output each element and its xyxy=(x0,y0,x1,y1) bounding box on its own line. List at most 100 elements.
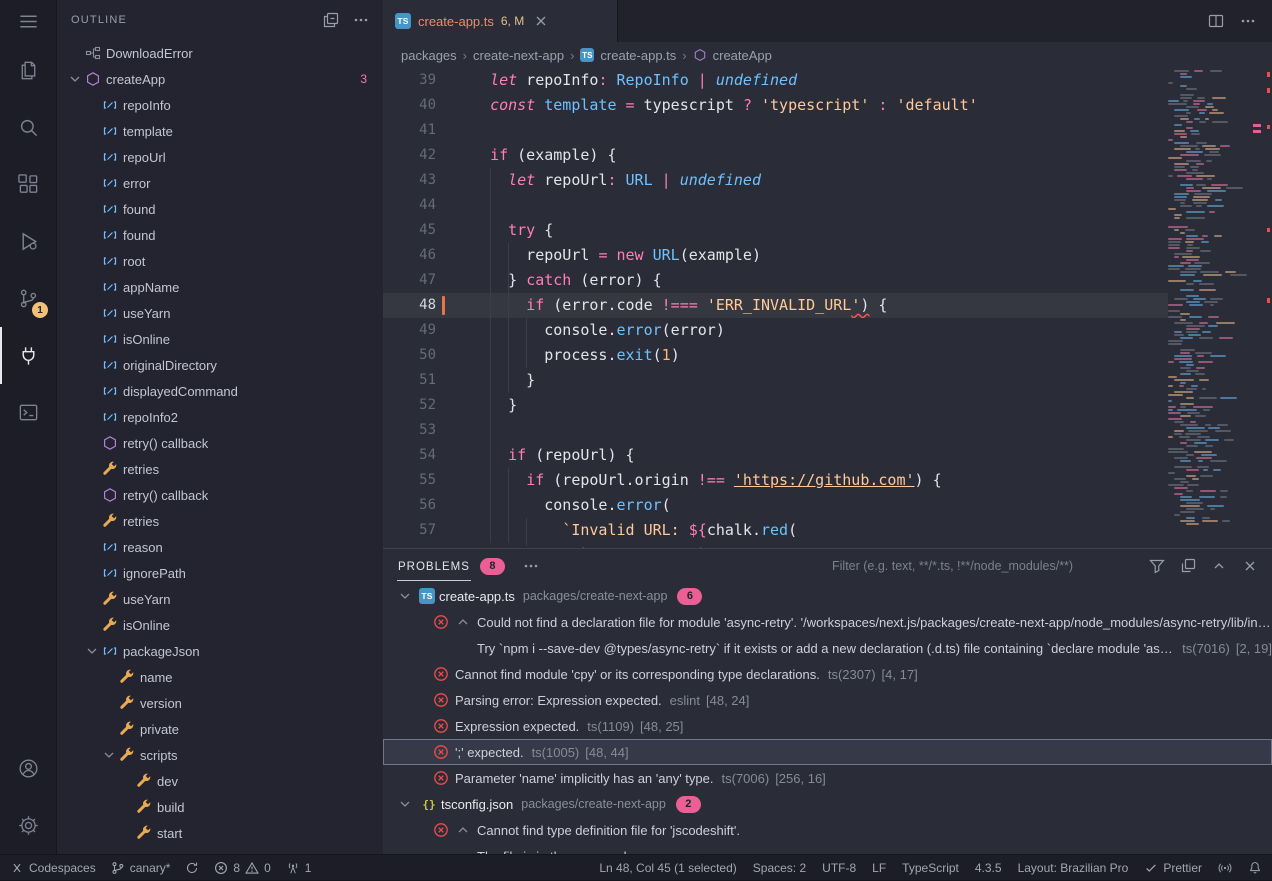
outline-item-start[interactable]: start xyxy=(57,820,383,846)
problem-file-create-app-ts[interactable]: TScreate-app.tspackages/create-next-app6 xyxy=(383,583,1272,609)
code-line-42[interactable]: 42 if (example) { xyxy=(383,143,1168,168)
problem-file-tsconfig-json[interactable]: {}tsconfig.jsonpackages/create-next-app2 xyxy=(383,791,1272,817)
outline-item-repourl[interactable]: repoUrl xyxy=(57,144,383,170)
account-icon[interactable] xyxy=(0,740,56,797)
problem-row[interactable]: ';' expected.ts(1005)[48, 44] xyxy=(383,739,1272,765)
outline-item-retries[interactable]: retries xyxy=(57,508,383,534)
minimap[interactable] xyxy=(1162,68,1264,548)
outline-item-originaldirectory[interactable]: originalDirectory xyxy=(57,352,383,378)
outline-item-root[interactable]: root xyxy=(57,248,383,274)
extensions-icon[interactable] xyxy=(0,156,56,213)
code-line-49[interactable]: 49 console.error(error) xyxy=(383,318,1168,343)
code-line-58[interactable]: 58 `"${example}"` xyxy=(383,543,1168,548)
code-line-51[interactable]: 51 } xyxy=(383,368,1168,393)
breadcrumb-item-create-next-app[interactable]: create-next-app xyxy=(473,48,564,63)
code-line-45[interactable]: 45 try { xyxy=(383,218,1168,243)
problem-row[interactable]: Expression expected.ts(1109)[48, 25] xyxy=(383,713,1272,739)
code-editor[interactable]: 39 let repoInfo: RepoInfo | undefined40 … xyxy=(383,68,1272,548)
tab-problems[interactable]: PROBLEMS xyxy=(397,552,471,581)
outline-item-found[interactable]: found xyxy=(57,222,383,248)
typescript-version[interactable]: 4.3.5 xyxy=(975,855,1002,881)
code-line-39[interactable]: 39 let repoInfo: RepoInfo | undefined xyxy=(383,68,1168,93)
outline-item-retry-callback[interactable]: retry() callback xyxy=(57,482,383,508)
chevron-up-icon[interactable] xyxy=(455,614,471,630)
language-mode[interactable]: TypeScript xyxy=(902,855,959,881)
outline-more-actions-icon[interactable] xyxy=(353,12,369,28)
broadcast-button[interactable] xyxy=(1218,855,1232,881)
outline-item-template[interactable]: template xyxy=(57,118,383,144)
view-as-table-icon[interactable] xyxy=(1180,558,1196,574)
maximize-panel-icon[interactable] xyxy=(1211,558,1227,574)
outline-item-retries[interactable]: retries xyxy=(57,456,383,482)
outline-item-build[interactable]: build xyxy=(57,794,383,820)
collapse-all-icon[interactable] xyxy=(323,12,339,28)
problem-row[interactable]: Cannot find type definition file for 'js… xyxy=(383,817,1272,843)
problem-row[interactable]: Parsing error: Expression expected.eslin… xyxy=(383,687,1272,713)
outline-item-repoinfo[interactable]: repoInfo xyxy=(57,92,383,118)
run-debug-icon[interactable] xyxy=(0,213,56,270)
code-line-56[interactable]: 56 console.error( xyxy=(383,493,1168,518)
chevron-up-icon[interactable] xyxy=(455,822,471,838)
codespaces-remote-indicator[interactable]: Codespaces xyxy=(10,855,96,881)
search-icon[interactable] xyxy=(0,99,56,156)
encoding-setting[interactable]: UTF-8 xyxy=(822,855,856,881)
outline-item-displayedcommand[interactable]: displayedCommand xyxy=(57,378,383,404)
problem-related-row[interactable]: Try `npm i --save-dev @types/async-retry… xyxy=(383,635,1272,661)
outline-item-repoinfo2[interactable]: repoInfo2 xyxy=(57,404,383,430)
breadcrumb-item-packages[interactable]: packages xyxy=(401,48,457,63)
chevron-down-icon[interactable] xyxy=(397,588,413,604)
ports-indicator[interactable]: 1 xyxy=(286,855,312,881)
problem-row[interactable]: Parameter 'name' implicitly has an 'any'… xyxy=(383,765,1272,791)
menu-icon[interactable] xyxy=(0,0,56,42)
outline-item-dev[interactable]: dev xyxy=(57,768,383,794)
code-line-43[interactable]: 43 let repoUrl: URL | undefined xyxy=(383,168,1168,193)
code-line-41[interactable]: 41 xyxy=(383,118,1168,143)
outline-item-appname[interactable]: appName xyxy=(57,274,383,300)
keyboard-layout[interactable]: Layout: Brazilian Pro xyxy=(1018,855,1129,881)
outline-item-createapp[interactable]: createApp3 xyxy=(57,66,383,92)
outline-item-packagejson[interactable]: packageJson xyxy=(57,638,383,664)
problem-row[interactable]: Could not find a declaration file for mo… xyxy=(383,609,1272,635)
chevron-down-icon[interactable] xyxy=(101,747,117,763)
settings-gear-icon[interactable] xyxy=(0,797,56,854)
code-line-57[interactable]: 57 `Invalid URL: ${chalk.red( xyxy=(383,518,1168,543)
outline-item-scripts[interactable]: scripts xyxy=(57,742,383,768)
code-line-54[interactable]: 54 if (repoUrl) { xyxy=(383,443,1168,468)
breadcrumb-item-create-app-ts[interactable]: create-app.ts xyxy=(600,48,676,63)
terminal-panel-icon[interactable] xyxy=(0,384,56,441)
code-line-44[interactable]: 44 xyxy=(383,193,1168,218)
outline-item-error[interactable]: error xyxy=(57,170,383,196)
outline-item-useyarn[interactable]: useYarn xyxy=(57,586,383,612)
outline-item-isonline[interactable]: isOnline xyxy=(57,612,383,638)
chevron-down-icon[interactable] xyxy=(67,71,83,87)
code-line-55[interactable]: 55 if (repoUrl.origin !== 'https://githu… xyxy=(383,468,1168,493)
outline-item-downloaderror[interactable]: DownloadError xyxy=(57,40,383,66)
filter-icon[interactable] xyxy=(1149,558,1165,574)
panel-more-actions-icon[interactable] xyxy=(523,558,539,574)
prettier-formatter[interactable]: Prettier xyxy=(1144,855,1202,881)
eol-setting[interactable]: LF xyxy=(872,855,886,881)
explorer-icon[interactable] xyxy=(0,42,56,99)
code-line-50[interactable]: 50 process.exit(1) xyxy=(383,343,1168,368)
editor-more-actions-icon[interactable] xyxy=(1240,13,1256,29)
outline-item-reason[interactable]: reason xyxy=(57,534,383,560)
outline-item-isonline[interactable]: isOnline xyxy=(57,326,383,352)
notifications-bell[interactable] xyxy=(1248,855,1262,881)
code-line-52[interactable]: 52 } xyxy=(383,393,1168,418)
outline-item-private[interactable]: private xyxy=(57,716,383,742)
code-line-46[interactable]: 46 repoUrl = new URL(example) xyxy=(383,243,1168,268)
source-control-icon[interactable]: 1 xyxy=(0,270,56,327)
remote-explorer-icon[interactable] xyxy=(0,327,56,384)
code-line-47[interactable]: 47 } catch (error) { xyxy=(383,268,1168,293)
outline-item-name[interactable]: name xyxy=(57,664,383,690)
code-line-40[interactable]: 40 const template = typescript ? 'typesc… xyxy=(383,93,1168,118)
outline-item-ignorepath[interactable]: ignorePath xyxy=(57,560,383,586)
problems-summary[interactable]: 80 xyxy=(214,855,270,881)
split-editor-icon[interactable] xyxy=(1208,13,1224,29)
outline-item-retry-callback[interactable]: retry() callback xyxy=(57,430,383,456)
git-branch-indicator[interactable]: canary* xyxy=(111,855,171,881)
code-line-48[interactable]: 48 if (error.code !=== 'ERR_INVALID_URL'… xyxy=(383,293,1168,318)
chevron-down-icon[interactable] xyxy=(84,643,100,659)
outline-item-useyarn[interactable]: useYarn xyxy=(57,300,383,326)
cursor-position[interactable]: Ln 48, Col 45 (1 selected) xyxy=(599,855,736,881)
